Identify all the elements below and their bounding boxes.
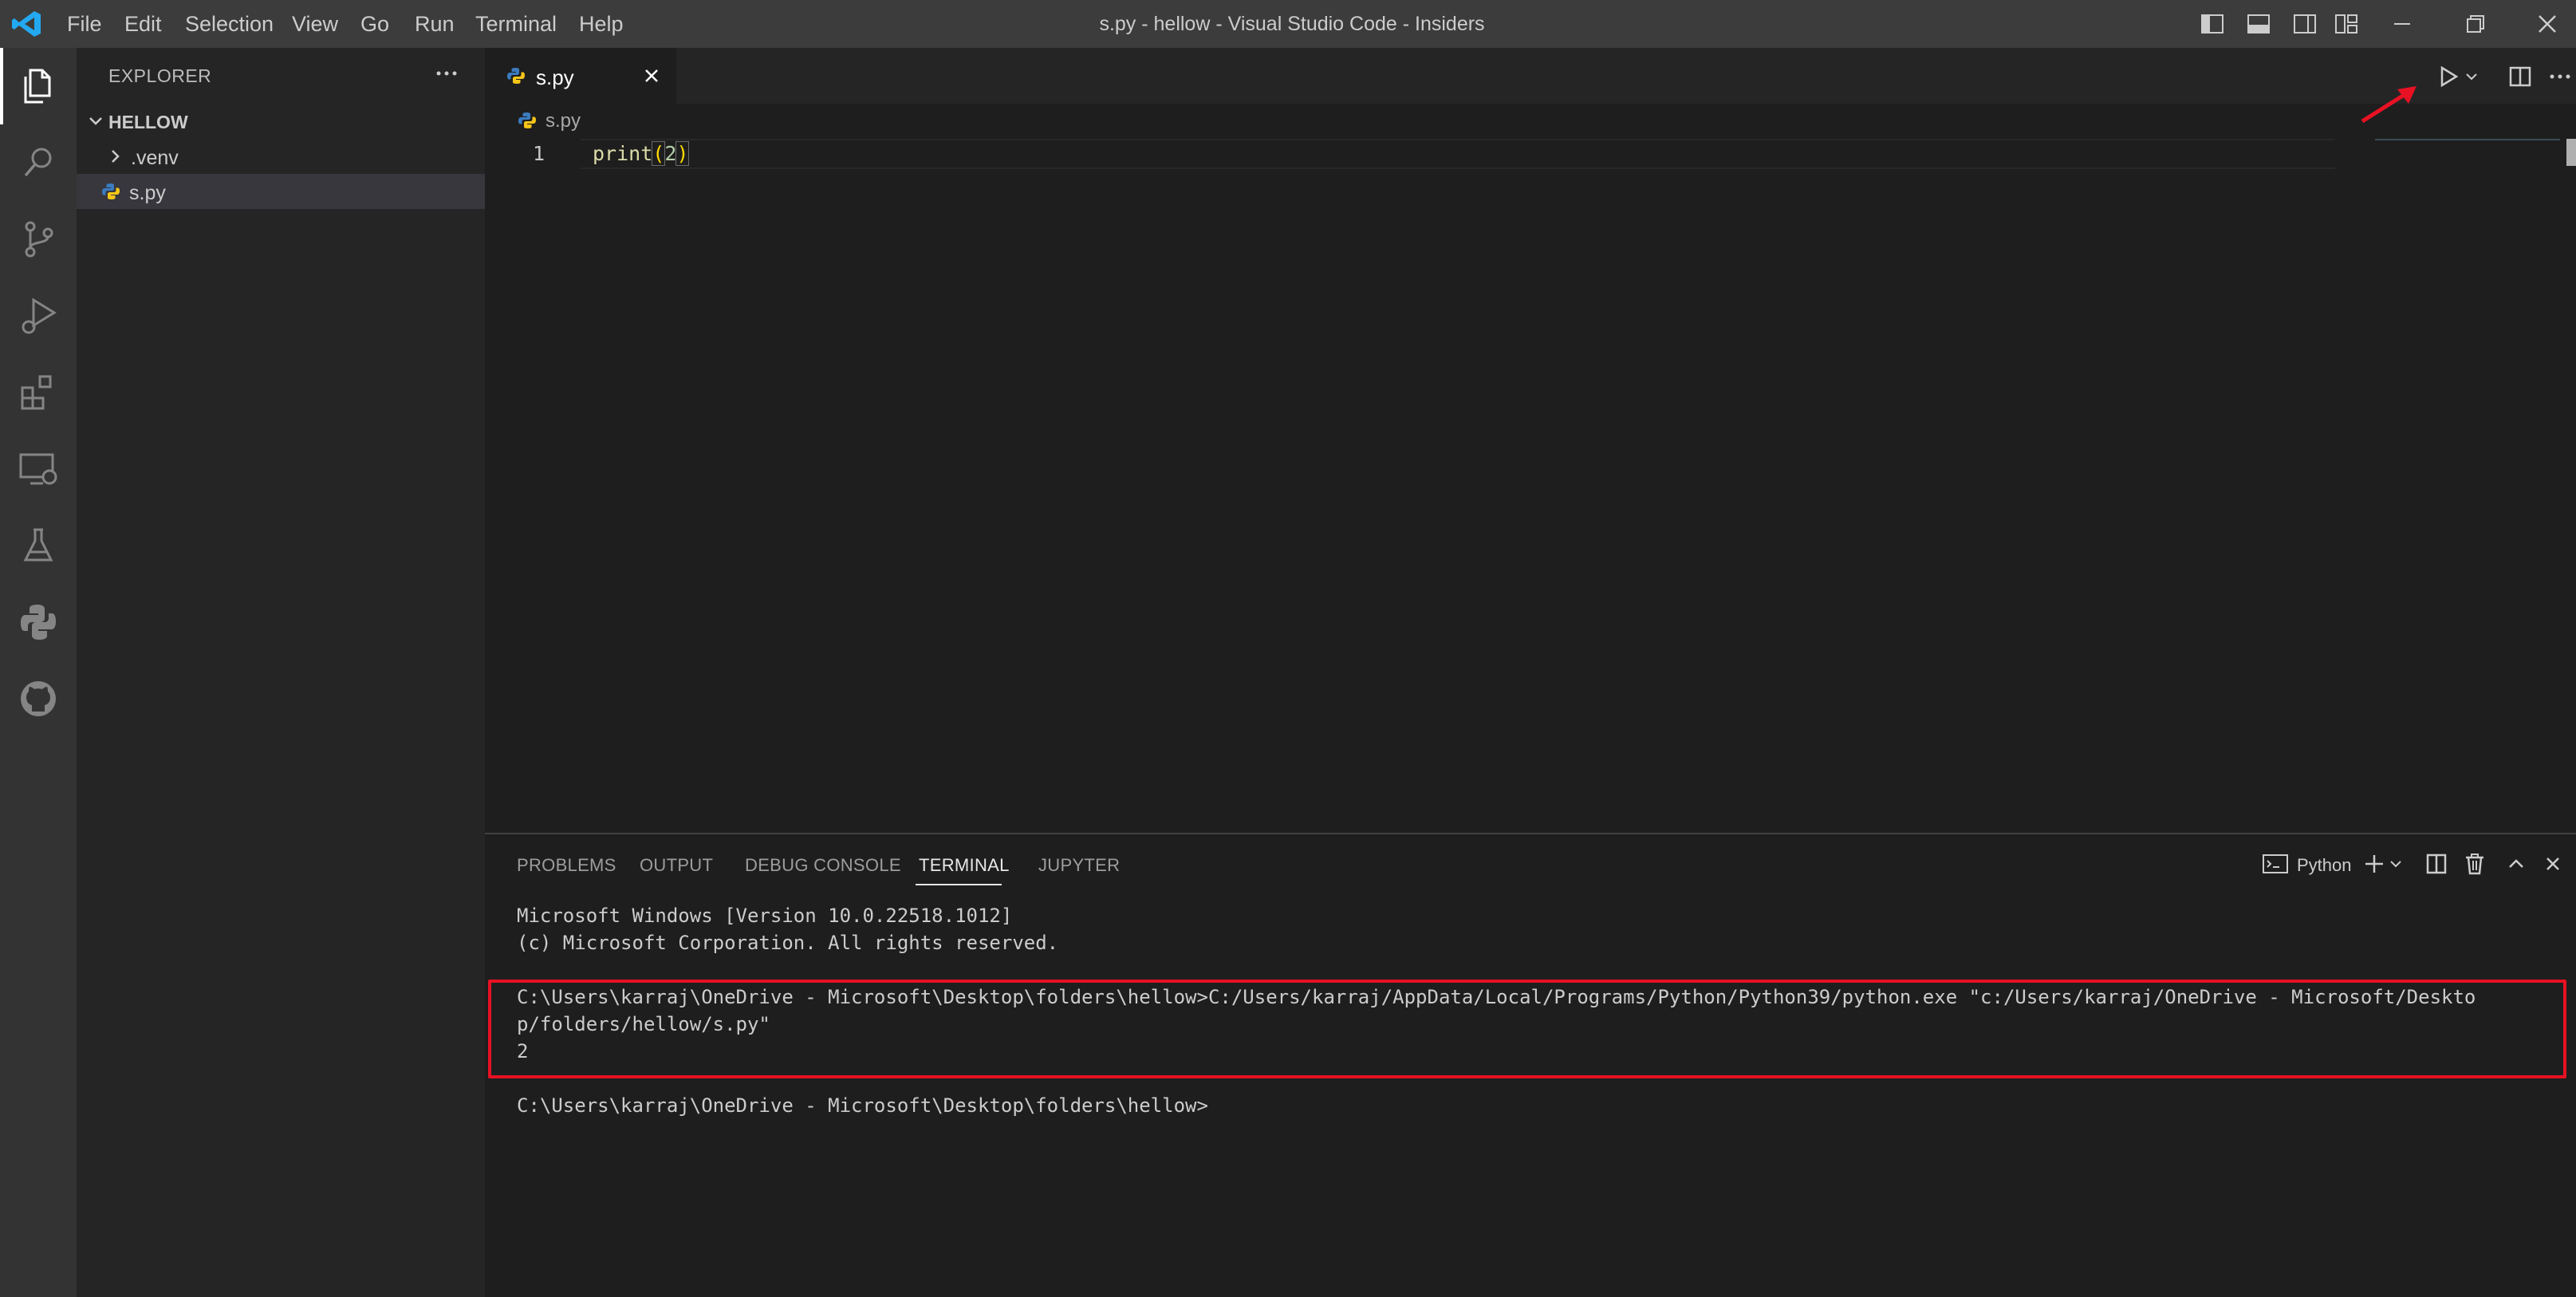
line-number: 1 [533, 142, 546, 165]
toggle-panel-icon[interactable] [2244, 10, 2273, 38]
chevron-right-icon [112, 150, 120, 163]
github-icon[interactable] [16, 676, 61, 721]
more-actions-icon[interactable] [2544, 61, 2576, 93]
close-window-icon[interactable] [2533, 10, 2562, 38]
menu-go[interactable]: Go [360, 0, 389, 48]
terminal-command-line: p/folders/hellow/s.py" [517, 1013, 770, 1035]
menu-help[interactable]: Help [579, 0, 624, 48]
terminal-icon [2263, 854, 2288, 873]
menu-file[interactable]: File [67, 0, 102, 48]
kill-terminal-trash-icon[interactable] [2461, 850, 2488, 877]
terminal-kind-label: Python [2297, 855, 2352, 875]
terminal-selector[interactable]: Python [2259, 849, 2354, 881]
restore-icon[interactable] [2461, 10, 2490, 38]
terminal-output-line: Microsoft Windows [Version 10.0.22518.10… [517, 905, 1013, 927]
tree-item-s-py[interactable]: s.py [77, 174, 485, 209]
active-indicator [0, 48, 3, 124]
activity-bar [0, 48, 77, 1297]
python-file-icon [102, 183, 120, 199]
run-debug-icon[interactable] [16, 294, 61, 338]
tab-s-py[interactable]: s.py [485, 48, 676, 104]
code-line[interactable]: print(2) [593, 141, 690, 166]
terminal-output-line: (c) Microsoft Corporation. All rights re… [517, 932, 1059, 954]
source-control-icon[interactable] [16, 217, 61, 262]
code-open-paren: ( [652, 141, 666, 166]
window-title: s.py - hellow - Visual Studio Code - Ins… [1099, 13, 1485, 35]
testing-icon[interactable] [16, 523, 61, 568]
chevron-down-icon [89, 117, 102, 125]
workspace-folder-header[interactable]: HELLOW [77, 105, 485, 137]
tab-jupyter[interactable]: JUPYTER [1038, 855, 1120, 876]
run-options-chevron-down-icon[interactable] [2461, 61, 2482, 93]
explorer-sidebar: EXPLORER HELLOW .venv s.py [77, 48, 485, 1297]
menu-view[interactable]: View [292, 0, 338, 48]
code-function: print [593, 142, 653, 165]
toggle-primary-sidebar-icon[interactable] [2198, 10, 2227, 38]
split-editor-icon[interactable] [2504, 61, 2536, 93]
python-file-icon [518, 112, 536, 128]
vscode-logo-icon [12, 11, 41, 37]
workspace-folder-label: HELLOW [108, 112, 188, 132]
tree-item-label: .venv [131, 147, 179, 169]
annotation-arrow-icon [2361, 86, 2416, 124]
explorer-icon[interactable] [16, 64, 61, 108]
sidebar-title: EXPLORER [108, 65, 212, 86]
minimap[interactable] [2375, 139, 2560, 140]
tab-debug-console[interactable]: DEBUG CONSOLE [745, 855, 901, 876]
tab-problems[interactable]: PROBLEMS [517, 855, 616, 876]
tree-item-venv[interactable]: .venv [77, 139, 485, 174]
maximize-panel-chevron-up-icon[interactable] [2503, 850, 2530, 877]
active-tab-underline [916, 884, 1002, 885]
more-actions-icon[interactable] [431, 57, 463, 89]
editor-tab-strip: s.py [485, 48, 2576, 104]
title-bar: File Edit Selection View Go Run Terminal… [0, 0, 2576, 48]
new-terminal-plus-icon[interactable] [2361, 850, 2388, 877]
python-file-icon [507, 68, 525, 84]
customize-layout-icon[interactable] [2332, 10, 2361, 38]
tab-terminal[interactable]: TERMINAL [919, 855, 1010, 876]
minimize-icon[interactable] [2388, 10, 2416, 38]
menu-selection[interactable]: Selection [185, 0, 274, 48]
terminal-prompt[interactable]: C:\Users\karraj\OneDrive - Microsoft\Des… [517, 1094, 1208, 1117]
breadcrumb-file[interactable]: s.py [546, 110, 581, 132]
terminal-command-line: C:\Users\karraj\OneDrive - Microsoft\Des… [517, 986, 2476, 1008]
bottom-panel: PROBLEMS OUTPUT DEBUG CONSOLE TERMINAL J… [485, 833, 2576, 1297]
current-line-highlight [581, 139, 2335, 169]
close-panel-icon[interactable] [2539, 850, 2566, 877]
code-number: 2 [664, 142, 677, 165]
menu-terminal[interactable]: Terminal [475, 0, 557, 48]
tab-output[interactable]: OUTPUT [640, 855, 713, 876]
remote-explorer-icon[interactable] [16, 447, 61, 491]
terminal-program-output: 2 [517, 1040, 529, 1062]
split-terminal-icon[interactable] [2423, 850, 2450, 877]
terminal-profiles-chevron-down-icon[interactable] [2386, 850, 2405, 877]
code-editor[interactable]: 1 print(2) [485, 139, 2576, 833]
toggle-secondary-sidebar-icon[interactable] [2290, 10, 2319, 38]
menu-edit[interactable]: Edit [124, 0, 162, 48]
code-close-paren: ) [676, 141, 690, 166]
extensions-icon[interactable] [16, 370, 61, 415]
breadcrumb[interactable]: s.py [485, 104, 2576, 139]
menu-run[interactable]: Run [415, 0, 455, 48]
tree-item-label: s.py [129, 182, 166, 204]
close-tab-icon[interactable] [641, 65, 662, 86]
tab-label: s.py [536, 65, 574, 89]
run-python-file-icon[interactable] [2432, 61, 2464, 93]
python-icon[interactable] [16, 600, 61, 645]
editor-scrollbar[interactable] [2566, 139, 2576, 166]
search-icon[interactable] [16, 140, 61, 185]
